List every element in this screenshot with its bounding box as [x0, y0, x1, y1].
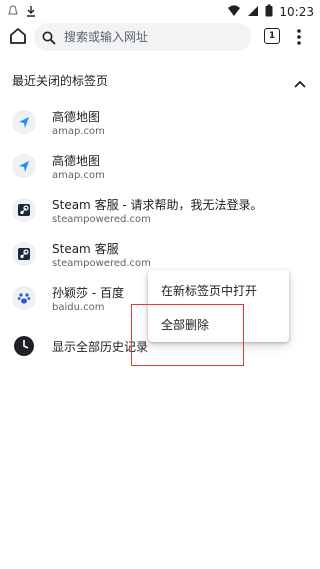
- item-url: steampowered.com: [52, 214, 151, 225]
- item-url: baidu.com: [52, 302, 105, 313]
- item-url: amap.com: [52, 126, 105, 137]
- recently-closed-header[interactable]: 最近关闭的标签页: [0, 64, 320, 96]
- item-title: 高德地图: [52, 154, 101, 168]
- wifi-icon: [227, 2, 241, 21]
- list-item[interactable]: 高德地图 amap.com: [0, 148, 320, 192]
- open-in-new-tab-item[interactable]: 在新标签页中打开: [161, 282, 257, 299]
- download-icon: [26, 2, 36, 21]
- signal-icon: [247, 2, 259, 21]
- item-title: 高德地图: [52, 110, 101, 124]
- item-title: 孙颖莎 - 百度: [52, 286, 124, 300]
- steam-icon: [12, 198, 36, 222]
- item-title: Steam 客服: [52, 242, 119, 256]
- home-icon[interactable]: [8, 26, 28, 46]
- battery-icon: [265, 2, 273, 21]
- tab-switcher-button[interactable]: 1: [264, 28, 280, 44]
- browser-toolbar: 搜索或输入网址 1: [0, 20, 320, 56]
- amap-arrow-icon: [12, 110, 36, 134]
- list-item[interactable]: 高德地图 amap.com: [0, 104, 320, 148]
- baidu-paw-icon: [12, 286, 36, 310]
- search-icon: [42, 30, 56, 49]
- more-menu-icon[interactable]: [292, 28, 306, 46]
- highlight-annotation-box: [131, 304, 244, 366]
- notification-icon: [8, 2, 18, 21]
- history-clock-icon: [12, 334, 36, 358]
- item-title: Steam 客服 - 请求帮助，我无法登录。: [52, 198, 263, 212]
- steam-icon: [12, 242, 36, 266]
- amap-arrow-icon: [12, 154, 36, 178]
- item-url: steampowered.com: [52, 258, 151, 269]
- status-time: 10:23: [279, 4, 314, 19]
- status-bar: 10:23: [0, 0, 320, 20]
- chevron-up-icon[interactable]: [294, 74, 306, 93]
- list-item[interactable]: Steam 客服 - 请求帮助，我无法登录。 steampowered.com: [0, 192, 320, 236]
- omnibox-placeholder: 搜索或输入网址: [64, 30, 149, 44]
- item-url: amap.com: [52, 170, 105, 181]
- omnibox[interactable]: 搜索或输入网址: [34, 23, 251, 51]
- section-title: 最近关闭的标签页: [12, 74, 109, 88]
